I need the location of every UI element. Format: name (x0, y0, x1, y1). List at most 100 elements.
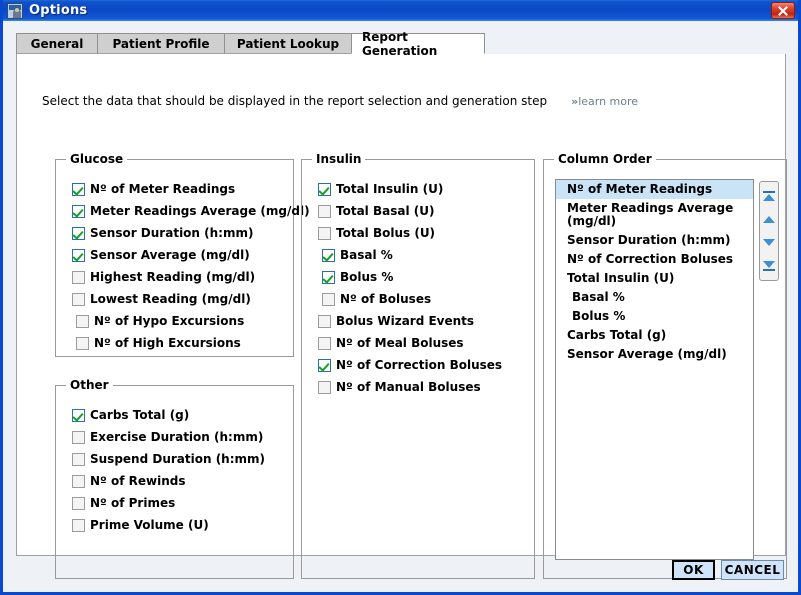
checkbox-row[interactable]: Highest Reading (mg/dl) (56, 266, 293, 288)
checkbox-label: Sensor Duration (h:mm) (90, 226, 254, 240)
checkbox-label: Nº of High Excursions (94, 336, 241, 350)
checkbox-checked-icon[interactable] (72, 408, 85, 422)
column-order-item[interactable]: Meter Readings Average (mg/dl) (556, 199, 753, 231)
checkbox-row[interactable]: Nº of Manual Boluses (302, 376, 534, 398)
checkbox-row[interactable]: Nº of Meal Boluses (302, 332, 534, 354)
checkbox-row[interactable]: Nº of Correction Boluses (302, 354, 534, 376)
move-up-icon[interactable] (761, 212, 777, 228)
checkbox-unchecked-icon[interactable] (76, 314, 89, 328)
checkbox-unchecked-icon[interactable] (72, 496, 85, 510)
checkbox-unchecked-icon[interactable] (318, 204, 331, 218)
move-to-top-icon[interactable] (761, 189, 777, 205)
checkbox-label: Nº of Primes (90, 496, 176, 510)
checkbox-label: Nº of Meal Boluses (336, 336, 464, 350)
close-icon[interactable] (771, 2, 795, 19)
tab-patient-lookup[interactable]: Patient Lookup (224, 33, 352, 54)
checkbox-label: Basal % (340, 248, 393, 262)
checkbox-checked-icon[interactable] (72, 204, 85, 218)
chevron-right-icon: » (571, 95, 578, 108)
ok-button[interactable]: OK (672, 560, 715, 580)
learn-more-link[interactable]: » learn more (571, 95, 638, 108)
checkbox-unchecked-icon[interactable] (72, 292, 85, 306)
checkbox-row[interactable]: Nº of High Excursions (56, 332, 293, 354)
checkbox-row[interactable]: Meter Readings Average (mg/dl) (56, 200, 310, 222)
column-order-item[interactable]: Carbs Total (g) (556, 326, 753, 345)
checkbox-unchecked-icon[interactable] (318, 336, 331, 350)
checkbox-label: Bolus % (340, 270, 394, 284)
move-down-icon[interactable] (761, 235, 777, 251)
tab-general[interactable]: General (16, 33, 98, 54)
checkbox-unchecked-icon[interactable] (322, 292, 335, 306)
checkbox-row[interactable]: Sensor Average (mg/dl) (56, 244, 293, 266)
column-order-item[interactable]: Sensor Average (mg/dl) (556, 345, 753, 364)
checkbox-checked-icon[interactable] (318, 358, 331, 372)
insulin-checkbox-list: Total Insulin (U) Total Basal (U) Total Bo… (302, 178, 534, 398)
column-order-listbox[interactable]: Nº of Meter Readings Meter Readings Avera… (555, 179, 754, 560)
column-order-group: Column Order Nº of Meter Readings Meter R… (543, 152, 787, 579)
checkbox-unchecked-icon[interactable] (72, 270, 85, 284)
checkbox-row[interactable]: Nº of Meter Readings (56, 178, 293, 200)
window-title: Options (29, 3, 88, 18)
column-order-item[interactable]: Total Insulin (U) (556, 269, 753, 288)
hint-row: Select the data that should be displayed… (42, 94, 638, 108)
checkbox-label: Carbs Total (g) (90, 408, 190, 422)
checkbox-label: Sensor Average (mg/dl) (90, 248, 250, 262)
checkbox-row[interactable]: Nº of Boluses (302, 288, 534, 310)
checkbox-label: Meter Readings Average (mg/dl) (90, 204, 310, 218)
column-order-item[interactable]: Bolus % (556, 307, 753, 326)
checkbox-label: Total Insulin (U) (336, 182, 444, 196)
checkbox-unchecked-icon[interactable] (72, 430, 85, 444)
checkbox-row[interactable]: Nº of Rewinds (56, 470, 293, 492)
checkbox-checked-icon[interactable] (72, 226, 85, 240)
checkbox-row[interactable]: Total Bolus (U) (302, 222, 534, 244)
checkbox-row[interactable]: Bolus % (302, 266, 534, 288)
checkbox-row[interactable]: Total Insulin (U) (302, 178, 534, 200)
checkbox-label: Bolus Wizard Events (336, 314, 475, 328)
checkbox-label: Exercise Duration (h:mm) (90, 430, 264, 444)
checkbox-row[interactable]: Nº of Hypo Excursions (56, 310, 293, 332)
tab-report-generation[interactable]: Report Generation (351, 30, 485, 58)
title-bar: Options (3, 0, 798, 21)
checkbox-label: Suspend Duration (h:mm) (90, 452, 266, 466)
glucose-group-legend: Glucose (66, 152, 128, 166)
checkbox-checked-icon[interactable] (322, 248, 335, 262)
options-dialog-window: Options General Patient Profile Patient … (0, 0, 801, 595)
checkbox-row[interactable]: Carbs Total (g) (56, 404, 293, 426)
checkbox-unchecked-icon[interactable] (318, 226, 331, 240)
checkbox-row[interactable]: Lowest Reading (mg/dl) (56, 288, 293, 310)
checkbox-unchecked-icon[interactable] (72, 474, 85, 488)
tab-patient-profile[interactable]: Patient Profile (97, 33, 225, 54)
checkbox-checked-icon[interactable] (322, 270, 335, 284)
checkbox-row[interactable]: Total Basal (U) (302, 200, 534, 222)
checkbox-label: Nº of Manual Boluses (336, 380, 481, 394)
cancel-button[interactable]: CANCEL (721, 560, 784, 580)
move-to-bottom-icon[interactable] (761, 258, 777, 274)
checkbox-unchecked-icon[interactable] (318, 380, 331, 394)
insulin-group-legend: Insulin (312, 152, 366, 166)
checkbox-unchecked-icon[interactable] (76, 336, 89, 350)
column-order-item[interactable]: Nº of Correction Boluses (556, 250, 753, 269)
column-order-button-bar (759, 181, 779, 281)
checkbox-label: Total Basal (U) (336, 204, 435, 218)
checkbox-checked-icon[interactable] (318, 182, 331, 196)
checkbox-unchecked-icon[interactable] (72, 452, 85, 466)
checkbox-checked-icon[interactable] (72, 182, 85, 196)
checkbox-label: Nº of Meter Readings (90, 182, 236, 196)
checkbox-unchecked-icon[interactable] (318, 314, 331, 328)
checkbox-row[interactable]: Prime Volume (U) (56, 514, 293, 536)
checkbox-row[interactable]: Exercise Duration (h:mm) (56, 426, 293, 448)
checkbox-row[interactable]: Nº of Primes (56, 492, 293, 514)
checkbox-label: Nº of Hypo Excursions (94, 314, 245, 328)
checkbox-row[interactable]: Basal % (302, 244, 534, 266)
other-group: Other Carbs Total (g) Exercise Duration (… (55, 378, 294, 579)
column-order-item[interactable]: Basal % (556, 288, 753, 307)
checkbox-unchecked-icon[interactable] (72, 518, 85, 532)
column-order-group-legend: Column Order (554, 152, 656, 166)
column-order-item[interactable]: Nº of Meter Readings (556, 180, 753, 199)
column-order-item[interactable]: Sensor Duration (h:mm) (556, 231, 753, 250)
checkbox-row[interactable]: Suspend Duration (h:mm) (56, 448, 293, 470)
checkbox-checked-icon[interactable] (72, 248, 85, 262)
checkbox-row[interactable]: Bolus Wizard Events (302, 310, 534, 332)
checkbox-label: Nº of Correction Boluses (336, 358, 503, 372)
checkbox-row[interactable]: Sensor Duration (h:mm) (56, 222, 293, 244)
